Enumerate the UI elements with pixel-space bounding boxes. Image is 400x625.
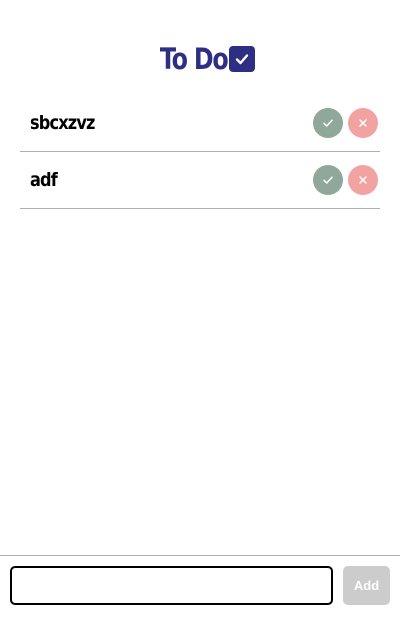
item-actions [313,165,378,195]
close-icon [359,119,367,127]
new-todo-input[interactable] [10,566,333,605]
header: To Do [0,40,400,78]
page-title: To Do [159,42,229,76]
todo-text: adf [30,169,58,191]
mark-done-button[interactable] [313,165,343,195]
remove-button[interactable] [348,108,378,138]
close-icon [359,176,367,184]
checkmark-icon [323,176,333,184]
todo-text: sbcxzvz [30,112,95,134]
divider [0,555,400,556]
checkmark-icon [323,119,333,127]
list-item: adf [20,152,380,209]
list-item: sbcxzvz [20,95,380,152]
todo-app: To Do sbcxzvz adf Add [0,0,400,625]
mark-done-button[interactable] [313,108,343,138]
item-actions [313,108,378,138]
todo-list: sbcxzvz adf [20,95,380,209]
add-button[interactable]: Add [343,566,390,605]
checkbox-checked-icon [229,46,256,72]
remove-button[interactable] [348,165,378,195]
